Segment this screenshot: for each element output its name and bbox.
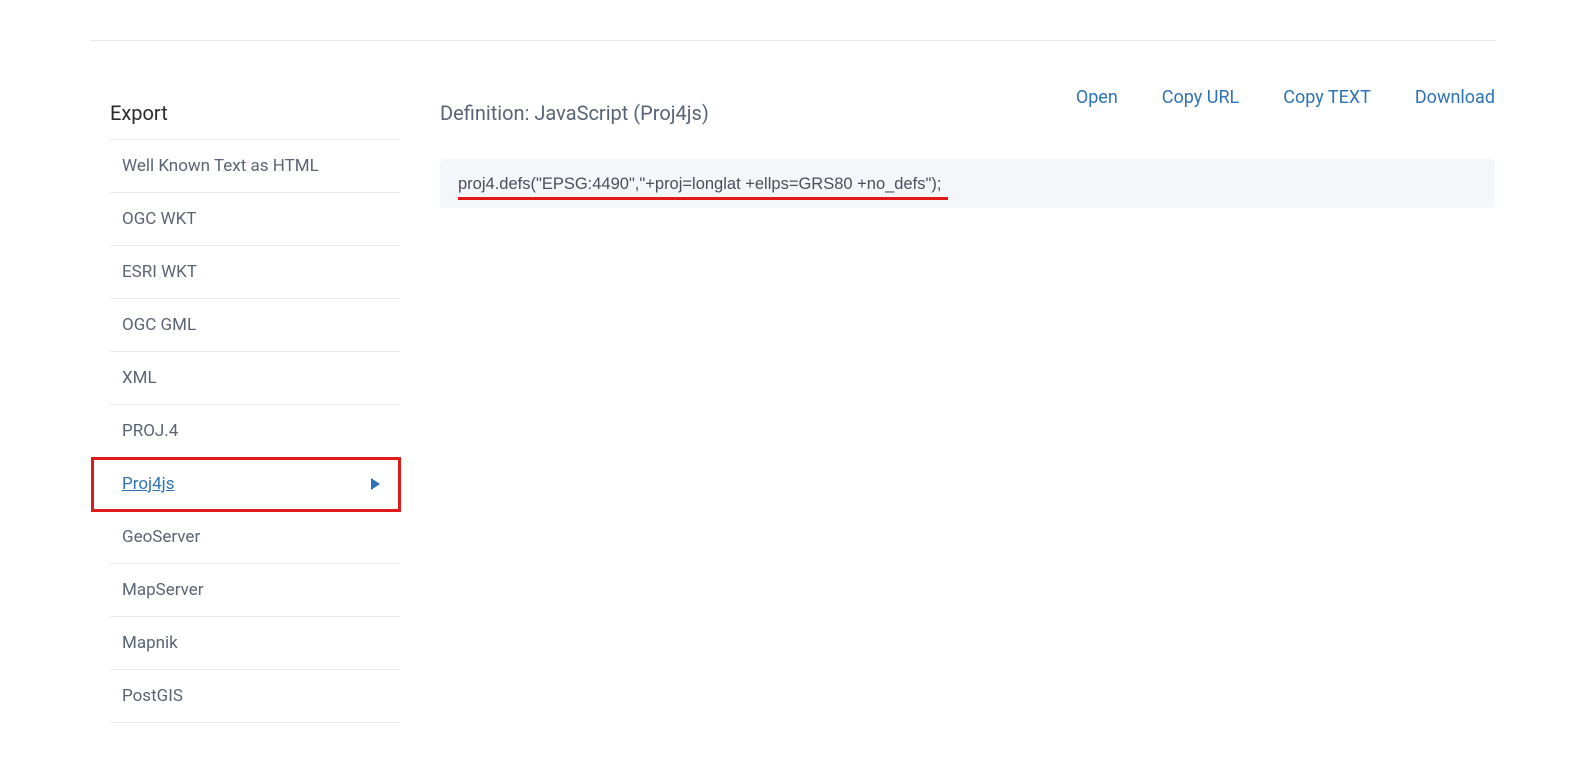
sidebar-item-postgis[interactable]: PostGIS	[110, 670, 400, 723]
code-text: proj4.defs("EPSG:4490","+proj=longlat +e…	[458, 175, 941, 198]
page-container: Export Well Known Text as HTML OGC WKT E…	[0, 41, 1585, 723]
main-header: Definition: JavaScript (Proj4js) Open Co…	[440, 101, 1495, 125]
main-content: Definition: JavaScript (Proj4js) Open Co…	[440, 101, 1495, 723]
sidebar-item-label: MapServer	[122, 580, 204, 600]
sidebar-item-label: Mapnik	[122, 633, 178, 653]
annotation-underline	[458, 197, 948, 200]
sidebar-item-ogc-wkt[interactable]: OGC WKT	[110, 193, 400, 246]
download-link[interactable]: Download	[1415, 87, 1495, 108]
sidebar-item-proj4[interactable]: PROJ.4	[110, 405, 400, 458]
sidebar-title: Export	[110, 101, 400, 140]
sidebar-item-label: ESRI WKT	[122, 262, 197, 282]
sidebar-item-label: OGC GML	[122, 315, 196, 335]
code-definition-block: proj4.defs("EPSG:4490","+proj=longlat +e…	[440, 159, 1495, 208]
sidebar-item-label: XML	[122, 368, 157, 388]
sidebar-item-wkt-html[interactable]: Well Known Text as HTML	[110, 140, 400, 193]
sidebar-item-xml[interactable]: XML	[110, 352, 400, 405]
actions-row: Open Copy URL Copy TEXT Download	[1076, 87, 1495, 108]
sidebar-item-label: OGC WKT	[122, 209, 196, 229]
sidebar-item-esri-wkt[interactable]: ESRI WKT	[110, 246, 400, 299]
open-link[interactable]: Open	[1076, 87, 1118, 108]
copy-url-link[interactable]: Copy URL	[1162, 87, 1239, 108]
definition-title: Definition: JavaScript (Proj4js)	[440, 101, 709, 125]
sidebar-item-proj4js[interactable]: Proj4js	[92, 458, 400, 511]
sidebar-item-mapnik[interactable]: Mapnik	[110, 617, 400, 670]
copy-text-link[interactable]: Copy TEXT	[1283, 87, 1371, 108]
sidebar-item-label: GeoServer	[122, 527, 200, 547]
sidebar-item-label: PostGIS	[122, 686, 183, 706]
sidebar-item-ogc-gml[interactable]: OGC GML	[110, 299, 400, 352]
export-sidebar: Export Well Known Text as HTML OGC WKT E…	[110, 101, 400, 723]
sidebar-item-label: PROJ.4	[122, 421, 178, 441]
sidebar-item-label: Proj4js	[122, 474, 174, 494]
sidebar-item-label: Well Known Text as HTML	[122, 156, 319, 176]
sidebar-item-geoserver[interactable]: GeoServer	[110, 511, 400, 564]
chevron-right-icon	[371, 478, 380, 490]
sidebar-item-mapserver[interactable]: MapServer	[110, 564, 400, 617]
